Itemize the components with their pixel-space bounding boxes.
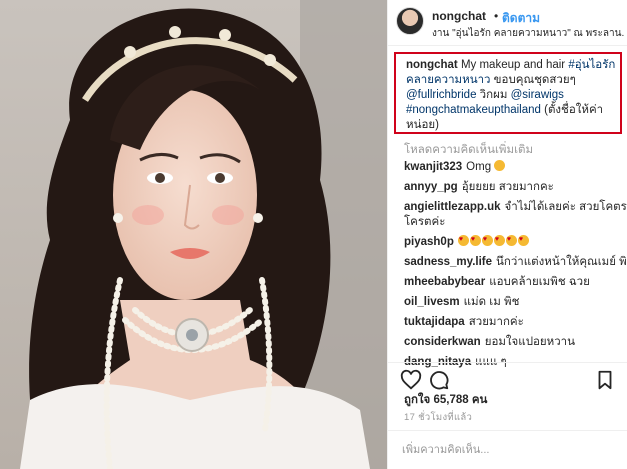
comment-item: oil_livesm แม่ด เม พิช [404, 295, 624, 310]
comment-icon[interactable] [428, 369, 450, 391]
hashtag-link[interactable]: คลายความหนาว [406, 74, 490, 86]
mention-link[interactable]: @sirawigs [511, 89, 564, 101]
portrait-image [0, 0, 387, 469]
post-sidebar: nongchat • ติดตาม งาน "อุ่นไอรัก คลายควา… [387, 0, 627, 469]
comment-text: จำไม่ได้เลยค่ะ สวยโคตร [504, 201, 627, 213]
likes-count[interactable]: ถูกใจ 65,788 คน [404, 391, 487, 409]
comment-text: สวยมากค่ะ [468, 316, 524, 328]
emoji-icon [494, 160, 506, 171]
instagram-post: nongchat • ติดตาม งาน "อุ่นไอรัก คลายควา… [0, 0, 627, 469]
caption-text: (ตั้งชื่อให้ค่า [540, 104, 604, 116]
header-separator: • [494, 9, 499, 23]
comment-item: piyash0p [404, 232, 624, 250]
comment-list: kwanjit323 Omg annyy_pg อุ้ยยยย สวยมากคะ a… [404, 160, 627, 375]
comment-username[interactable]: piyash0p [404, 236, 454, 248]
add-comment-bar [388, 430, 627, 469]
comment-text-continued: โครตค่ะ [404, 216, 446, 228]
caption-line-4: #nongchatmakeupthailand (ตั้งชื่อให้ค่า [406, 103, 614, 118]
heart-eyes-emoji-icon [469, 232, 481, 247]
load-more-comments-link[interactable]: โหลดความคิดเห็นเพิ่มเติม [404, 141, 533, 159]
post-header: nongchat • ติดตาม งาน "อุ่นไอรัก คลายควา… [388, 0, 627, 46]
post-photo[interactable] [0, 0, 387, 469]
comment-item: considerkwan ยอมใจแปอยหวาน [404, 335, 624, 350]
caption-text: หน่อย) [406, 119, 439, 131]
caption-text: My makeup and hair [457, 59, 569, 71]
caption-highlight-box: nongchat My makeup and hair #อุ่นไอรัก ค… [394, 52, 622, 134]
comment-username[interactable]: annyy_pg [404, 181, 458, 193]
comment-text: Omg [466, 161, 492, 173]
comment-username[interactable]: kwanjit323 [404, 161, 462, 173]
comment-item: tuktajidapa สวยมากค่ะ [404, 315, 624, 330]
author-username[interactable]: nongchat [432, 9, 486, 23]
comment-item: angielittlezapp.uk จำไม่ได้เลยค่ะ สวยโคตร… [404, 200, 627, 230]
comment-text: ยอมใจแปอยหวาน [484, 336, 575, 348]
comment-username[interactable]: angielittlezapp.uk [404, 201, 501, 213]
bookmark-icon[interactable] [594, 369, 616, 391]
heart-icon[interactable] [400, 369, 422, 391]
comment-item: kwanjit323 Omg [404, 160, 624, 175]
caption-line-1: nongchat My makeup and hair #อุ่นไอรัก [406, 58, 615, 73]
comment-text: นึกว่าแต่งหน้าให้คุณเมย์ พิช [496, 256, 627, 268]
comment-username[interactable]: tuktajidapa [404, 316, 465, 328]
post-timestamp[interactable]: 17 ชั่วโมงที่แล้ว [404, 410, 472, 425]
comment-username[interactable]: considerkwan [404, 336, 481, 348]
mention-link[interactable]: @fullrichbride [406, 89, 476, 101]
comment-username[interactable]: sadness_my.life [404, 256, 492, 268]
caption-username[interactable]: nongchat [406, 59, 458, 71]
heart-eyes-emoji-icon [493, 232, 505, 247]
heart-eyes-emoji-icon [481, 232, 493, 247]
heart-eyes-emoji-icon [505, 232, 517, 247]
comment-text: แอบคล้ายเมพิช ฉวย [489, 276, 590, 288]
location-link[interactable]: งาน "อุ่นไอรัก คลายความหนาว" ณ พระลาน... [432, 26, 624, 41]
hashtag-link[interactable]: #nongchatmakeupthailand [406, 104, 541, 116]
heart-eyes-emoji-icon [457, 232, 469, 247]
caption-text: ขอบคุณชุดสวยๆ [490, 74, 576, 86]
comment-item: annyy_pg อุ้ยยยย สวยมากคะ [404, 180, 624, 195]
add-comment-input[interactable] [402, 441, 612, 459]
comment-username[interactable]: oil_livesm [404, 296, 460, 308]
caption-text: วิกผม [476, 89, 511, 101]
caption-line-2: คลายความหนาว ขอบคุณชุดสวยๆ [406, 73, 614, 88]
comment-item: mheebabybear แอบคล้ายเมพิช ฉวย [404, 275, 624, 290]
comment-item: sadness_my.life นึกว่าแต่งหน้าให้คุณเมย์ … [404, 255, 627, 270]
heart-eyes-emoji-icon [517, 232, 529, 247]
comment-text: แม่ด เม พิช [463, 296, 520, 308]
comment-username[interactable]: mheebabybear [404, 276, 485, 288]
hashtag-link[interactable]: #อุ่นไอรัก [568, 59, 615, 71]
caption-line-3: @fullrichbride วิกผม @sirawigs [406, 88, 614, 103]
comment-text: อุ้ยยยย สวยมากคะ [461, 181, 554, 193]
avatar[interactable] [396, 7, 424, 35]
caption-line-5: หน่อย) [406, 118, 614, 133]
